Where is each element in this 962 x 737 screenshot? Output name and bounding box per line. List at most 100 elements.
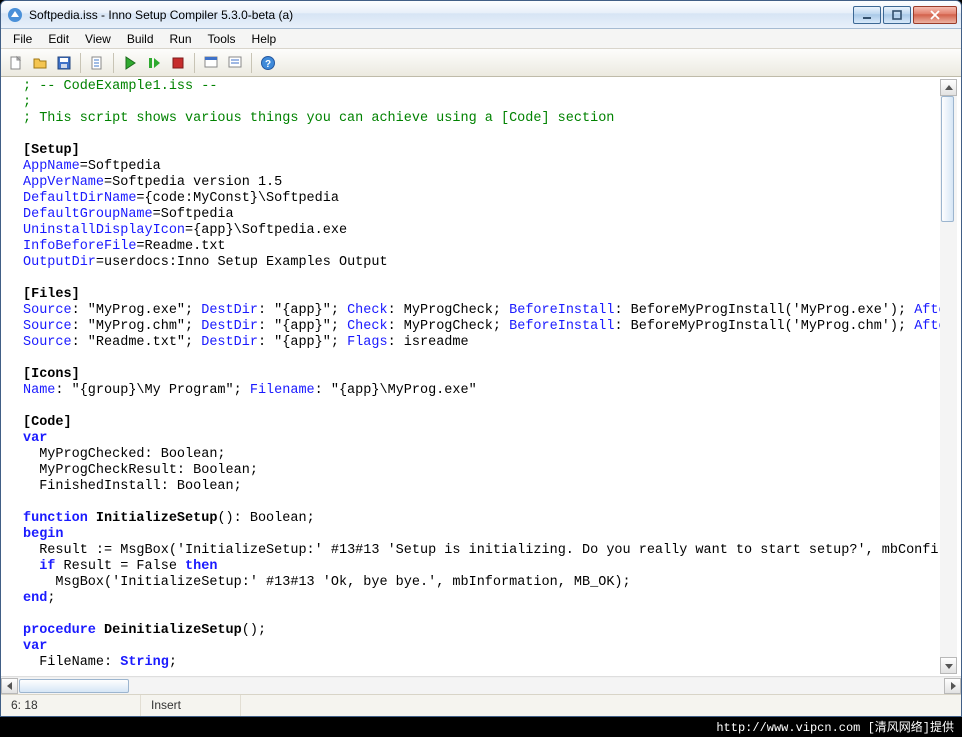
code-token: : MyProgCheck;: [388, 303, 510, 318]
code-token: =Softpedia version 1.5: [104, 175, 282, 190]
code-token: =userdocs:Inno Setup Examples Output: [96, 255, 388, 270]
code-token: String: [120, 655, 169, 670]
code-token: Source: [23, 319, 72, 334]
horizontal-scrollbar: [1, 676, 961, 694]
code-token: #13#13: [323, 543, 388, 558]
code-token: AppName: [23, 159, 80, 174]
code-token: OutputDir: [23, 255, 96, 270]
stop-button[interactable]: [167, 52, 189, 74]
scroll-down-button[interactable]: [940, 657, 957, 674]
code-line: var: [23, 431, 47, 446]
scroll-right-button[interactable]: [944, 678, 961, 694]
menu-tools[interactable]: Tools: [200, 29, 244, 48]
code-token: UninstallDisplayIcon: [23, 223, 185, 238]
code-line: MyProgCheckResult: Boolean;: [23, 463, 258, 478]
code-token: if: [23, 559, 64, 574]
code-token: DefaultGroupName: [23, 207, 153, 222]
code-token: =Readme.txt: [136, 239, 225, 254]
code-line: [Setup]: [23, 143, 80, 158]
code-token: : "{group}\My Program";: [55, 383, 249, 398]
code-token: Check: [347, 303, 388, 318]
run-button[interactable]: [119, 52, 141, 74]
vscroll-thumb[interactable]: [941, 96, 954, 222]
code-token: 'InitializeSetup:': [177, 543, 323, 558]
scroll-up-button[interactable]: [940, 79, 957, 96]
app-icon: [7, 7, 23, 23]
code-token: ();: [242, 623, 266, 638]
code-token: Filename: [250, 383, 315, 398]
code-token: Name: [23, 383, 55, 398]
code-editor[interactable]: ; -- CodeExample1.iss -- ; ; This script…: [1, 77, 961, 676]
code-token: procedure: [23, 623, 104, 638]
minimize-button[interactable]: [853, 6, 881, 24]
code-token: BeforeInstall: [509, 303, 614, 318]
code-line: [Code]: [23, 415, 72, 430]
code-token: : BeforeMyProgInstall('MyProg.exe');: [614, 303, 914, 318]
code-token: 'Ok, bye bye.': [323, 575, 436, 590]
vertical-scrollbar: [940, 79, 957, 674]
status-cursor-pos: 6: 18: [1, 695, 141, 716]
code-token: DestDir: [201, 319, 258, 334]
toolbar-separator: [251, 53, 252, 73]
menu-edit[interactable]: Edit: [40, 29, 77, 48]
code-token: , mbConfir: [866, 543, 947, 558]
code-token: Flags: [347, 335, 388, 350]
code-token: ={app}\Softpedia.exe: [185, 223, 347, 238]
code-token: DeinitializeSetup: [104, 623, 242, 638]
new-button[interactable]: [5, 52, 27, 74]
titlebar: Softpedia.iss - Inno Setup Compiler 5.3.…: [1, 1, 961, 29]
hscroll-track[interactable]: [18, 678, 944, 694]
close-button[interactable]: [913, 6, 957, 24]
code-line: ; -- CodeExample1.iss --: [23, 79, 217, 94]
menu-file[interactable]: File: [5, 29, 40, 48]
editor-area: ; -- CodeExample1.iss -- ; ; This script…: [1, 77, 961, 694]
code-token: : "{app}";: [258, 303, 347, 318]
code-token: : "MyProg.exe";: [72, 303, 202, 318]
code-token: ;: [169, 655, 177, 670]
code-token: : "MyProg.chm";: [72, 319, 202, 334]
code-token: : BeforeMyProgInstall('MyProg.chm');: [614, 319, 914, 334]
code-token: DestDir: [201, 303, 258, 318]
code-line: MyProgChecked: Boolean;: [23, 447, 226, 462]
compile-button[interactable]: [86, 52, 108, 74]
menubar: File Edit View Build Run Tools Help: [1, 29, 961, 49]
menu-help[interactable]: Help: [244, 29, 285, 48]
code-token: ;: [47, 591, 55, 606]
code-token: Check: [347, 319, 388, 334]
window-title: Softpedia.iss - Inno Setup Compiler 5.3.…: [29, 8, 853, 22]
maximize-button[interactable]: [883, 6, 911, 24]
status-edit-mode: Insert: [141, 695, 241, 716]
statusbar: 6: 18 Insert: [1, 694, 961, 716]
main-window: Softpedia.iss - Inno Setup Compiler 5.3.…: [0, 0, 962, 717]
code-token: 'InitializeSetup:': [112, 575, 258, 590]
code-token: MsgBox(: [23, 575, 112, 590]
code-token: BeforeInstall: [509, 319, 614, 334]
scroll-left-button[interactable]: [1, 678, 18, 694]
code-line: ; This script shows various things you c…: [23, 111, 614, 126]
code-token: AppVerName: [23, 175, 104, 190]
code-token: FileName:: [23, 655, 120, 670]
watermark-text: http://www.vipcn.com [清风网络]提供: [716, 718, 954, 735]
target-list-button[interactable]: [224, 52, 246, 74]
code-token: (): Boolean;: [217, 511, 314, 526]
menu-build[interactable]: Build: [119, 29, 162, 48]
save-button[interactable]: [53, 52, 75, 74]
code-token: , mbInformation, MB_OK);: [436, 575, 630, 590]
step-button[interactable]: [143, 52, 165, 74]
menu-run[interactable]: Run: [162, 29, 200, 48]
target-button[interactable]: [200, 52, 222, 74]
hscroll-thumb[interactable]: [19, 679, 129, 693]
code-token: #13#13: [258, 575, 323, 590]
code-token: ={code:MyConst}\Softpedia: [136, 191, 339, 206]
help-button[interactable]: ?: [257, 52, 279, 74]
menu-view[interactable]: View: [77, 29, 119, 48]
code-token: =Softpedia: [80, 159, 161, 174]
toolbar: ?: [1, 49, 961, 77]
toolbar-separator: [80, 53, 81, 73]
open-button[interactable]: [29, 52, 51, 74]
code-token: end: [23, 591, 47, 606]
vscroll-track[interactable]: [940, 96, 957, 657]
code-line: var: [23, 639, 47, 654]
code-token: Result := MsgBox(: [23, 543, 177, 558]
code-token: Result = False: [64, 559, 186, 574]
